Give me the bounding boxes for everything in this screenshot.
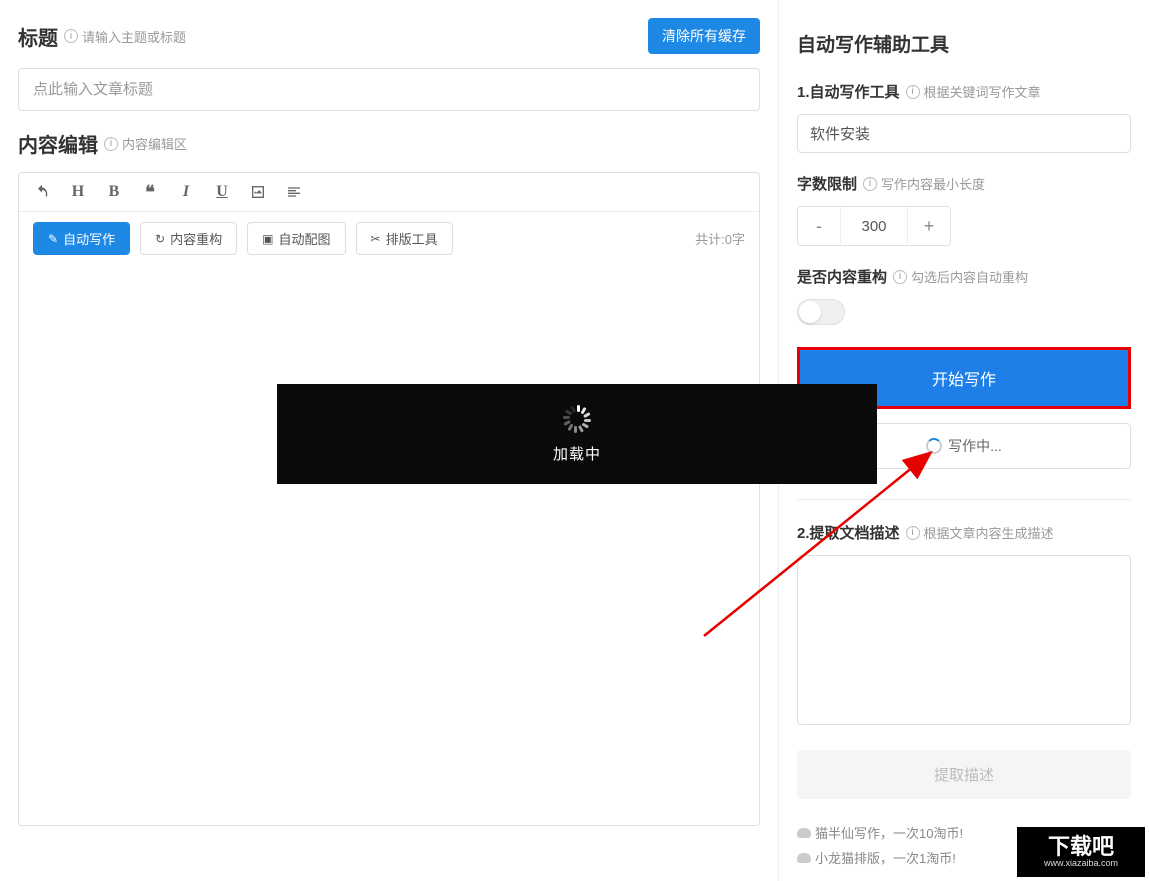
watermark: 下载吧 www.xiazaiba.com <box>1017 827 1145 877</box>
refresh-icon: ↻ <box>155 232 165 246</box>
title-input[interactable] <box>18 68 760 111</box>
rebuild-toggle[interactable] <box>797 299 845 325</box>
info-icon: i <box>104 137 118 151</box>
writing-status-text: 写作中... <box>948 436 1002 456</box>
auto-image-button[interactable]: ▣自动配图 <box>247 222 345 255</box>
image-icon[interactable] <box>249 183 267 201</box>
rebuild-toggle-hint: 勾选后内容自动重构 <box>911 267 1028 286</box>
word-limit-hint: 写作内容最小长度 <box>881 174 985 193</box>
pencil-icon: ✎ <box>48 232 58 246</box>
word-limit-stepper: - + <box>797 206 951 246</box>
loading-overlay: 加载中 <box>277 384 877 484</box>
bold-icon[interactable]: B <box>105 183 123 201</box>
info-icon: i <box>893 270 907 284</box>
clear-cache-button[interactable]: 清除所有缓存 <box>648 18 760 54</box>
layout-tool-button[interactable]: ✂排版工具 <box>356 222 453 255</box>
loading-text: 加载中 <box>553 443 601 464</box>
undo-icon[interactable] <box>33 183 51 201</box>
section2-label: 2.提取文档描述 <box>797 522 900 543</box>
cloud-icon <box>797 828 811 838</box>
info-icon: i <box>906 526 920 540</box>
spinner-icon <box>926 438 942 454</box>
word-limit-label: 字数限制 <box>797 173 857 194</box>
description-textarea[interactable] <box>797 555 1131 725</box>
word-count: 共计:0字 <box>695 229 745 248</box>
content-rebuild-button[interactable]: ↻内容重构 <box>140 222 237 255</box>
title-label: 标题 <box>18 22 58 51</box>
align-left-icon[interactable] <box>285 183 303 201</box>
quote-icon[interactable]: ❝ <box>141 183 159 201</box>
image-icon: ▣ <box>262 232 273 246</box>
keyword-input[interactable] <box>797 114 1131 153</box>
heading-icon[interactable]: H <box>69 183 87 201</box>
info-icon: i <box>906 85 920 99</box>
info-icon: i <box>64 29 78 43</box>
info-icon: i <box>863 177 877 191</box>
editor-toolbar: H B ❝ I U <box>19 173 759 212</box>
editor-container: H B ❝ I U ✎自动写作 ↻内容重构 ▣自动配图 ✂排版工具 共计:0字 <box>18 172 760 826</box>
section1-hint: 根据关键词写作文章 <box>924 82 1041 101</box>
stepper-minus-button[interactable]: - <box>798 207 840 245</box>
stepper-plus-button[interactable]: + <box>908 207 950 245</box>
rebuild-toggle-label: 是否内容重构 <box>797 266 887 287</box>
content-hint: 内容编辑区 <box>122 134 187 153</box>
italic-icon[interactable]: I <box>177 183 195 201</box>
extract-description-button[interactable]: 提取描述 <box>797 750 1131 799</box>
loading-spinner-icon <box>563 405 591 433</box>
content-label: 内容编辑 <box>18 129 98 158</box>
editor-content-area[interactable] <box>19 265 759 825</box>
sidebar-panel-title: 自动写作辅助工具 <box>797 30 1131 57</box>
section1-label: 1.自动写作工具 <box>797 81 900 102</box>
underline-icon[interactable]: U <box>213 183 231 201</box>
tools-icon: ✂ <box>371 232 381 246</box>
section2-hint: 根据文章内容生成描述 <box>924 523 1054 542</box>
cloud-icon <box>797 853 811 863</box>
stepper-value-input[interactable] <box>840 207 908 245</box>
auto-write-button[interactable]: ✎自动写作 <box>33 222 130 255</box>
title-hint: 请输入主题或标题 <box>82 27 186 46</box>
